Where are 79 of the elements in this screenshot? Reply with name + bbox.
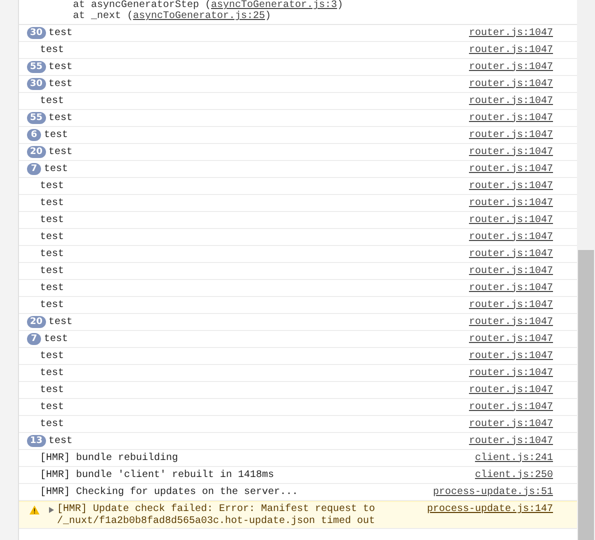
repeat-count-badge: 7	[27, 163, 41, 175]
source-link[interactable]: asyncToGenerator.js:3	[211, 0, 338, 11]
log-message: test	[44, 130, 68, 140]
source-link[interactable]: router.js:1047	[468, 418, 553, 430]
log-message: [HMR] bundle rebuilding	[40, 452, 178, 464]
log-message: test	[48, 436, 73, 446]
log-message: test	[40, 266, 64, 276]
stack-frame-text: )	[265, 11, 272, 22]
log-message: test	[40, 282, 64, 294]
log-message: test	[40, 368, 64, 378]
source-link[interactable]: router.js:1047	[468, 436, 553, 446]
log-message: test	[40, 418, 64, 430]
source-link[interactable]: router.js:1047	[468, 28, 553, 38]
stack-frame-text: at _next (	[73, 11, 134, 22]
source-link[interactable]: router.js:1047	[468, 402, 553, 412]
warning-icon	[29, 505, 40, 515]
source-link[interactable]: router.js:1047	[468, 164, 553, 174]
source-link[interactable]: router.js:1047	[468, 368, 553, 378]
log-message: [HMR] bundle 'client' rebuilt in 1418ms	[40, 470, 274, 480]
repeat-count-badge: 6	[27, 129, 41, 141]
log-message: test	[40, 402, 64, 412]
log-message: test	[40, 180, 64, 192]
source-link[interactable]: router.js:1047	[468, 198, 553, 208]
stack-frame-text: at asyncGeneratorStep (	[73, 0, 212, 11]
log-message: test	[40, 300, 64, 310]
source-link[interactable]: router.js:1047	[468, 78, 553, 90]
log-message: test	[40, 198, 64, 208]
source-link[interactable]: router.js:1047	[468, 96, 553, 106]
repeat-count-badge: 30	[27, 27, 46, 39]
log-message: [HMR] Checking for updates on the server...	[40, 486, 298, 498]
log-message: test	[40, 214, 64, 226]
log-message: test	[40, 248, 64, 260]
log-message: test	[48, 112, 73, 124]
source-link[interactable]: router.js:1047	[468, 146, 553, 158]
log-message: test	[40, 96, 64, 106]
source-link[interactable]: router.js:1047	[468, 300, 553, 310]
source-link[interactable]: process-update.js:51	[432, 486, 553, 498]
repeat-count-badge: 7	[27, 333, 41, 345]
log-message: test	[44, 164, 68, 174]
source-link[interactable]: router.js:1047	[468, 214, 553, 226]
log-message: test	[48, 78, 73, 90]
source-link[interactable]: router.js:1047	[468, 130, 553, 140]
repeat-count-badge: 30	[27, 78, 46, 90]
warning-text: /_nuxt/f1a2b0b8fad8d565a03c.hot-update.json timed out	[57, 516, 376, 528]
scrollbar[interactable]	[577, 0, 595, 540]
source-link[interactable]: router.js:1047	[468, 232, 553, 242]
source-link[interactable]: router.js:1047	[468, 44, 553, 56]
repeat-count-badge: 20	[27, 146, 46, 158]
log-message: test	[48, 28, 73, 38]
log-message: test	[48, 316, 73, 328]
source-link[interactable]: router.js:1047	[468, 316, 553, 328]
source-link[interactable]: router.js:1047	[468, 248, 553, 260]
log-message: test	[40, 44, 64, 56]
repeat-count-badge: 13	[27, 435, 46, 447]
log-message: test	[40, 232, 64, 242]
source-link[interactable]: router.js:1047	[468, 282, 553, 294]
log-message: test	[48, 62, 73, 72]
source-link[interactable]: asyncToGenerator.js:25	[133, 11, 266, 22]
source-link[interactable]: process-update.js:147	[426, 504, 553, 515]
source-link[interactable]: router.js:1047	[468, 350, 553, 362]
source-link[interactable]: router.js:1047	[468, 334, 553, 344]
source-link[interactable]: router.js:1047	[468, 180, 553, 192]
source-link[interactable]: router.js:1047	[468, 62, 553, 72]
repeat-count-badge: 55	[27, 61, 46, 73]
expand-triangle-icon[interactable]	[49, 507, 54, 513]
log-message: test	[44, 334, 68, 344]
log-message: test	[40, 384, 64, 396]
repeat-count-badge: 20	[27, 316, 46, 328]
warning-text: [HMR] Update check failed: Error: Manifest request to	[57, 504, 376, 516]
source-link[interactable]: client.js:250	[474, 470, 553, 480]
scrollbar-thumb[interactable]	[578, 250, 594, 540]
log-message: test	[48, 146, 73, 158]
log-message: test	[40, 350, 64, 362]
source-link[interactable]: router.js:1047	[468, 266, 553, 276]
source-link[interactable]: router.js:1047	[468, 112, 553, 124]
stack-frame-text: )	[337, 0, 344, 11]
source-link[interactable]: router.js:1047	[468, 384, 553, 396]
source-link[interactable]: client.js:241	[474, 452, 553, 464]
repeat-count-badge: 55	[27, 112, 46, 124]
